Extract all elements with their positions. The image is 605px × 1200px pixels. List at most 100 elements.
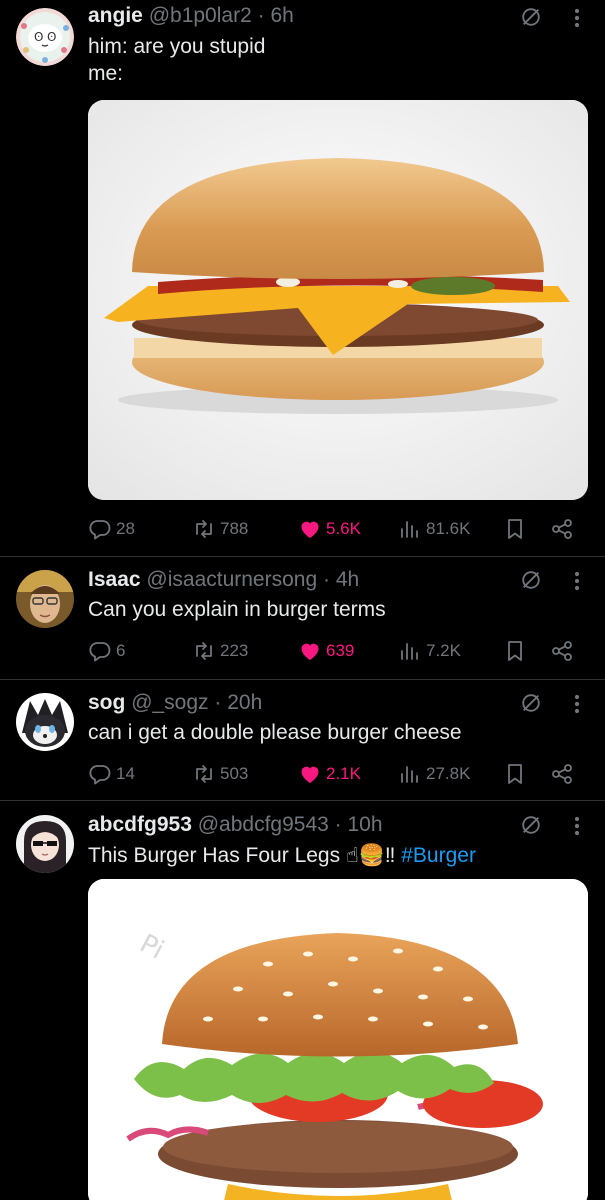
- separator-dot: ·: [257, 4, 265, 27]
- tweet-text: Can you explain in burger terms: [88, 598, 386, 621]
- more-icon[interactable]: [567, 814, 587, 838]
- tweet-image[interactable]: [88, 100, 588, 500]
- like-button[interactable]: 2.1K: [298, 759, 361, 789]
- separator-dot: ·: [334, 813, 342, 836]
- tweet-sog[interactable]: sog @_sogz · 20h can i get a double plea…: [0, 680, 605, 800]
- hashtag-link[interactable]: #Burger: [401, 844, 476, 867]
- reply-icon: [88, 639, 112, 663]
- burger-image: Pi: [88, 879, 588, 1200]
- tweet-actions: 28 788 5.6K 81.6K: [88, 514, 588, 544]
- tweet-header: sog @_sogz · 20h: [88, 690, 505, 716]
- user-handle[interactable]: @b1p0lar2: [149, 4, 252, 27]
- avatar-image: [16, 693, 74, 751]
- like-icon: [298, 517, 322, 541]
- reply-icon: [88, 517, 112, 541]
- like-button[interactable]: 639: [298, 636, 354, 666]
- user-handle[interactable]: @abdcfg9543: [198, 813, 329, 836]
- display-name[interactable]: abcdfg953: [88, 813, 192, 836]
- separator-dot: ·: [323, 568, 330, 591]
- reply-count: 6: [116, 641, 126, 660]
- retweet-count: 503: [220, 764, 249, 783]
- bookmark-button[interactable]: [503, 759, 527, 789]
- mute-icon[interactable]: [520, 692, 542, 714]
- tweet-text-line: him: are you stupid: [88, 35, 266, 58]
- reply-icon: [88, 762, 112, 786]
- views-icon: [398, 762, 422, 786]
- retweet-icon: [192, 762, 216, 786]
- share-button[interactable]: [550, 636, 574, 666]
- avatar[interactable]: [16, 570, 74, 628]
- like-count: 5.6K: [326, 519, 361, 538]
- timestamp[interactable]: 4h: [336, 568, 359, 591]
- avatar[interactable]: [16, 693, 74, 751]
- tweet-text: This Burger Has Four Legs ☝🍔‼ #Burger: [88, 842, 585, 869]
- timestamp[interactable]: 20h: [227, 691, 262, 714]
- display-name[interactable]: angie: [88, 4, 143, 27]
- views-count: 81.6K: [426, 519, 471, 538]
- svg-text:ʘ: ʘ: [34, 30, 43, 44]
- retweet-button[interactable]: 788: [192, 514, 248, 544]
- tweet-header: Isaac @isaacturnersong · 4h: [88, 567, 505, 593]
- tweet-text: can i get a double please burger cheese: [88, 721, 462, 744]
- mute-icon[interactable]: [520, 6, 542, 28]
- tweet-emojis: ☝🍔‼: [345, 844, 396, 867]
- share-icon: [550, 639, 574, 663]
- views-count: 27.8K: [426, 764, 471, 783]
- reply-button[interactable]: 6: [88, 636, 125, 666]
- bookmark-icon: [503, 762, 527, 786]
- tweet-angie[interactable]: ʘ ʘ angie @b1p0lar2 · 6h him: are you st…: [0, 0, 605, 556]
- avatar[interactable]: ʘ ʘ: [16, 8, 74, 66]
- like-icon: [298, 639, 322, 663]
- timestamp[interactable]: 10h: [348, 813, 383, 836]
- avatar-image: ʘ ʘ: [16, 8, 74, 66]
- retweet-button[interactable]: 503: [192, 759, 248, 789]
- cheeseburger-image: [88, 100, 588, 500]
- views-button[interactable]: 7.2K: [398, 636, 461, 666]
- tweet-text-body: This Burger Has Four Legs: [88, 844, 341, 867]
- views-icon: [398, 639, 422, 663]
- like-button[interactable]: 5.6K: [298, 514, 361, 544]
- tweet-image[interactable]: Pi: [88, 879, 588, 1200]
- reply-count: 28: [116, 519, 135, 538]
- display-name[interactable]: sog: [88, 691, 125, 714]
- share-icon: [550, 762, 574, 786]
- more-icon[interactable]: [567, 692, 587, 716]
- user-handle[interactable]: @isaacturnersong: [146, 568, 317, 591]
- tweet-isaac[interactable]: Isaac @isaacturnersong · 4h Can you expl…: [0, 557, 605, 679]
- more-icon[interactable]: [567, 6, 587, 30]
- reply-button[interactable]: 28: [88, 514, 135, 544]
- user-handle[interactable]: @_sogz: [131, 691, 208, 714]
- svg-text:ʘ: ʘ: [47, 30, 56, 44]
- like-count: 2.1K: [326, 764, 361, 783]
- separator-dot: ·: [214, 691, 222, 714]
- retweet-icon: [192, 517, 216, 541]
- tweet-abcdfg953[interactable]: abcdfg953 @abdcfg9543 · 10h This Burger …: [0, 801, 605, 1200]
- avatar[interactable]: [16, 815, 74, 873]
- avatar-image: [16, 815, 74, 873]
- retweet-button[interactable]: 223: [192, 636, 248, 666]
- timestamp[interactable]: 6h: [270, 4, 293, 27]
- views-button[interactable]: 27.8K: [398, 759, 470, 789]
- like-count: 639: [326, 641, 355, 660]
- more-icon[interactable]: [567, 569, 587, 593]
- display-name[interactable]: Isaac: [88, 568, 141, 591]
- retweet-count: 788: [220, 519, 249, 538]
- views-button[interactable]: 81.6K: [398, 514, 470, 544]
- share-button[interactable]: [550, 759, 574, 789]
- share-button[interactable]: [550, 514, 574, 544]
- tweet-actions: 6 223 639 7.2K: [88, 636, 588, 666]
- reply-button[interactable]: 14: [88, 759, 135, 789]
- reply-count: 14: [116, 764, 135, 783]
- bookmark-button[interactable]: [503, 514, 527, 544]
- bookmark-icon: [503, 517, 527, 541]
- bookmark-icon: [503, 639, 527, 663]
- tweet-text: him: are you stupid me:: [88, 33, 585, 87]
- views-icon: [398, 517, 422, 541]
- mute-icon[interactable]: [520, 814, 542, 836]
- retweet-count: 223: [220, 641, 249, 660]
- avatar-image: [16, 570, 74, 628]
- tweet-actions: 14 503 2.1K 27.8K: [88, 759, 588, 789]
- bookmark-button[interactable]: [503, 636, 527, 666]
- like-icon: [298, 762, 322, 786]
- mute-icon[interactable]: [520, 569, 542, 591]
